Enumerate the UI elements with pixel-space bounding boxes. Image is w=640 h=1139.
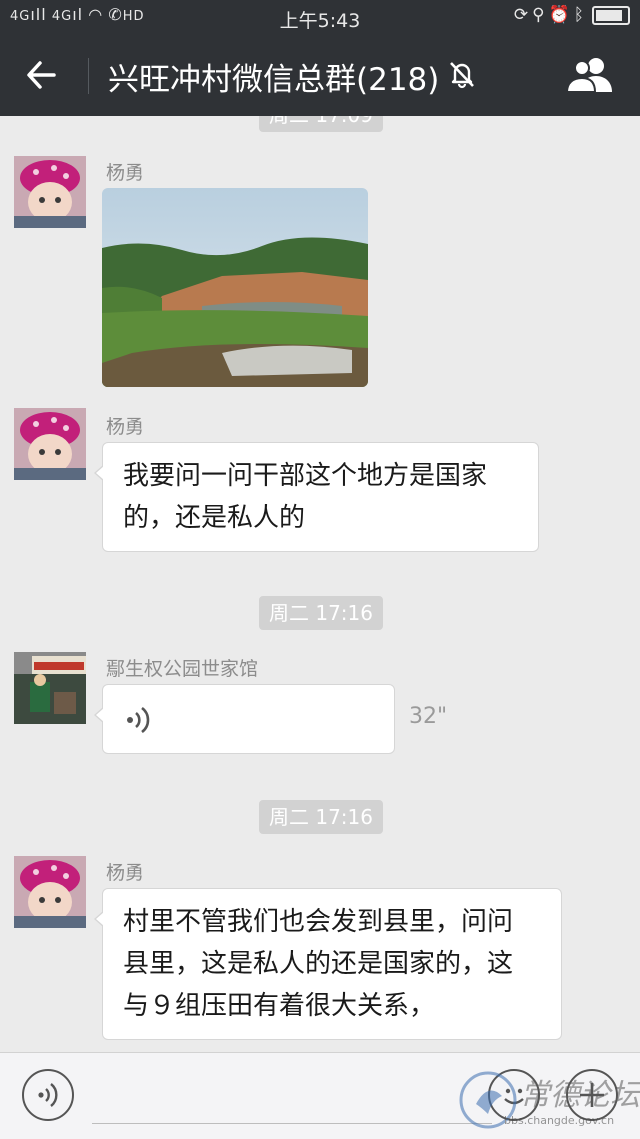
sender-name: 杨勇 — [106, 416, 145, 438]
chat-messages[interactable]: 周二 17:09 杨勇 — [0, 116, 640, 1052]
message-line: 村里不管我们也会发到县里，问问 — [123, 907, 514, 937]
watermark-url: bbs.changde.gov.cn — [504, 1114, 615, 1127]
time-separator: 周二 17:16 — [259, 800, 383, 834]
location-icon: ⚲ — [532, 5, 549, 25]
avatar[interactable] — [14, 856, 86, 928]
sender-name: 杨勇 — [106, 862, 145, 884]
status-bar: 4Gıll 4Gıl ◠ ✆HD 上午5:43 ⟳⚲⏰ᛒ — [0, 0, 640, 34]
message-input[interactable] — [92, 1123, 492, 1124]
sender-name: 鄢生权公园世家馆 — [106, 658, 259, 680]
avatar[interactable] — [14, 652, 86, 724]
voice-duration: 32" — [409, 704, 448, 729]
voice-message[interactable] — [94, 684, 395, 754]
time-separator: 周二 17:09 — [259, 116, 383, 132]
status-icons: ⟳⚲⏰ᛒ — [514, 5, 630, 25]
back-button[interactable] — [20, 54, 66, 96]
sender-name: 杨勇 — [106, 162, 145, 184]
landscape-photo — [102, 188, 368, 387]
voice-wave-icon — [127, 706, 150, 734]
back-arrow-icon — [27, 61, 56, 89]
voice-input-button[interactable] — [22, 1069, 74, 1121]
members-icon — [565, 58, 612, 93]
text-message[interactable]: 村里不管我们也会发到县里，问问 县里，这是私人的还是国家的，这 与９组压田有着很… — [94, 888, 562, 1040]
text-message[interactable]: 我要问一问干部这个地方是国家 的，还是私人的 — [94, 442, 539, 552]
watermark-text: 常德论坛 — [520, 1078, 640, 1113]
message-line: 我要问一问干部这个地方是国家 — [123, 461, 488, 491]
bluetooth-icon: ᛒ — [573, 5, 588, 25]
avatar[interactable] — [14, 156, 86, 228]
time-separator: 周二 17:16 — [259, 596, 383, 630]
chat-header: 兴旺冲村微信总群(218) — [0, 34, 640, 116]
message-line: 县里，这是私人的还是国家的，这 — [123, 949, 514, 979]
sync-lock-icon: ⟳ — [513, 5, 533, 25]
avatar[interactable] — [14, 408, 86, 480]
image-message[interactable] — [102, 188, 368, 387]
message-line: 与９组压田有着很大关系， — [123, 991, 436, 1021]
battery-icon — [592, 5, 630, 25]
chat-title[interactable]: 兴旺冲村微信总群(218) — [108, 54, 439, 99]
mute-bell-icon — [448, 59, 476, 89]
voice-input-icon — [38, 1083, 58, 1107]
forum-watermark: 常德论坛 bbs.changde.gov.cn — [458, 1068, 640, 1134]
group-members-button[interactable] — [564, 54, 616, 96]
message-line: 的，还是私人的 — [123, 503, 306, 533]
alarm-icon: ⏰ — [548, 5, 574, 25]
header-divider — [88, 58, 89, 94]
